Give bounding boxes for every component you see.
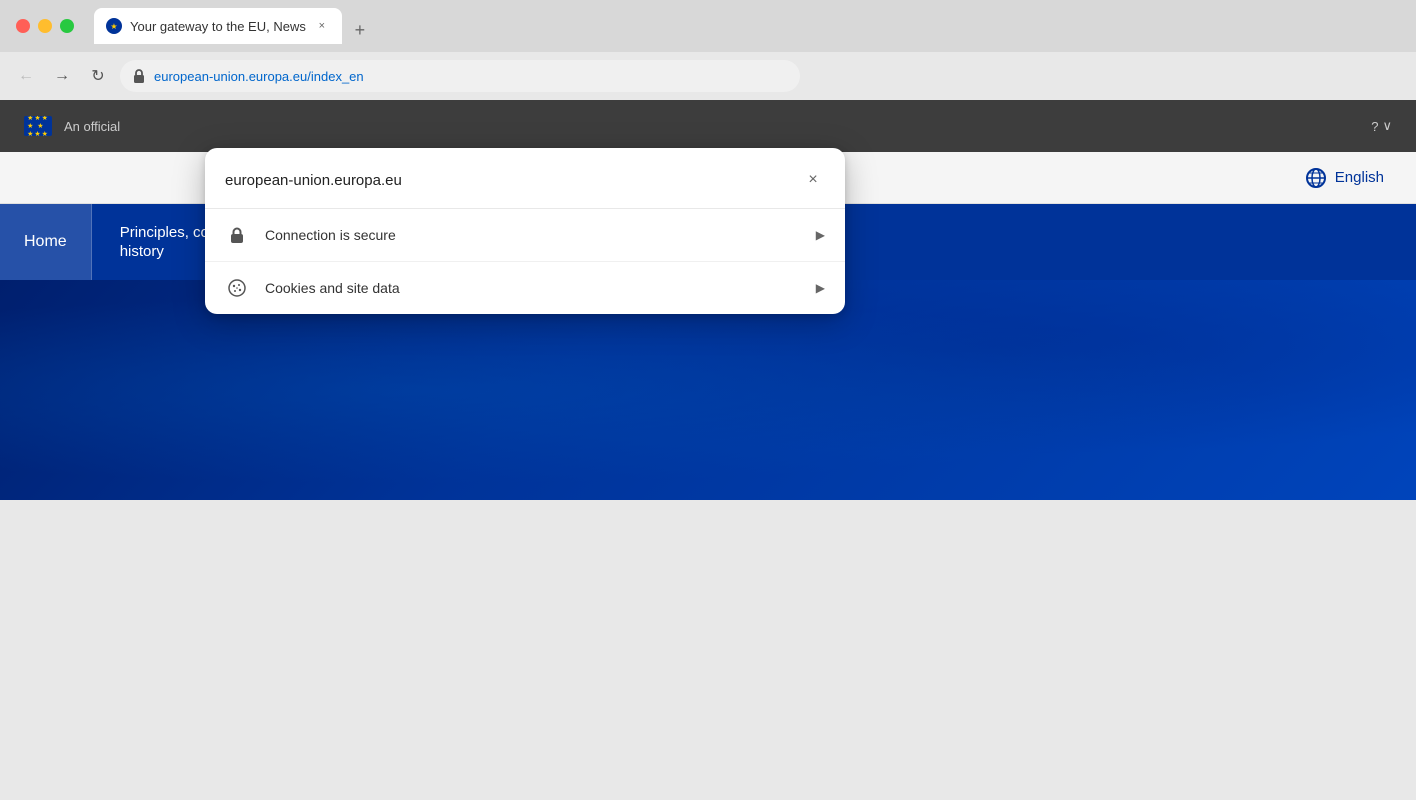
maximize-window-button[interactable] <box>60 19 74 33</box>
tab-close-button[interactable]: × <box>314 18 330 34</box>
nav-home-link[interactable]: Home <box>0 204 92 280</box>
lock-icon <box>132 68 146 84</box>
eu-flag: ★★★★ ★★★★ <box>24 116 52 136</box>
globe-icon <box>1305 167 1327 189</box>
chevron-right-icon: ▶ <box>816 228 825 242</box>
back-button[interactable]: ← <box>12 62 40 90</box>
reload-button[interactable]: ↻ <box>84 62 112 90</box>
address-bar-input[interactable]: european-union.europa.eu/index_en <box>120 60 800 92</box>
popup-close-button[interactable]: × <box>801 168 825 192</box>
title-bar: ★ Your gateway to the EU, News × + <box>0 0 1416 52</box>
tabs-area: ★ Your gateway to the EU, News × + <box>94 8 1400 44</box>
minimize-window-button[interactable] <box>38 19 52 33</box>
chevron-right-icon: ▶ <box>816 281 825 295</box>
eu-topbar: ★★★★ ★★★★ An official ? ∨ <box>0 100 1416 152</box>
official-text: An official <box>64 119 120 134</box>
popup-domain: european-union.europa.eu <box>225 172 402 189</box>
lock-icon <box>225 223 249 247</box>
traffic-lights <box>16 19 74 33</box>
forward-button[interactable]: → <box>48 62 76 90</box>
popup-item-connection[interactable]: Connection is secure ▶ <box>205 209 845 262</box>
browser-chrome: ★ Your gateway to the EU, News × + ← → ↻… <box>0 0 1416 100</box>
close-window-button[interactable] <box>16 19 30 33</box>
tab-favicon: ★ <box>106 18 122 34</box>
topbar-right: ? ∨ <box>1371 118 1392 134</box>
site-info-popup: european-union.europa.eu × Connection is… <box>205 148 845 314</box>
popup-header: european-union.europa.eu × <box>205 148 845 209</box>
active-tab[interactable]: ★ Your gateway to the EU, News × <box>94 8 342 44</box>
language-selector[interactable]: English <box>1305 167 1384 189</box>
tab-title: Your gateway to the EU, News <box>130 19 306 34</box>
cookie-icon <box>225 276 249 300</box>
topbar-question-link[interactable]: ? ∨ <box>1371 118 1392 134</box>
url-display: european-union.europa.eu/index_en <box>154 69 364 84</box>
address-bar: ← → ↻ european-union.europa.eu/index_en <box>0 52 1416 100</box>
language-label: English <box>1335 169 1384 186</box>
new-tab-button[interactable]: + <box>346 16 374 44</box>
cookies-label: Cookies and site data <box>265 280 816 296</box>
popup-item-cookies[interactable]: Cookies and site data ▶ <box>205 262 845 314</box>
connection-label: Connection is secure <box>265 227 816 243</box>
